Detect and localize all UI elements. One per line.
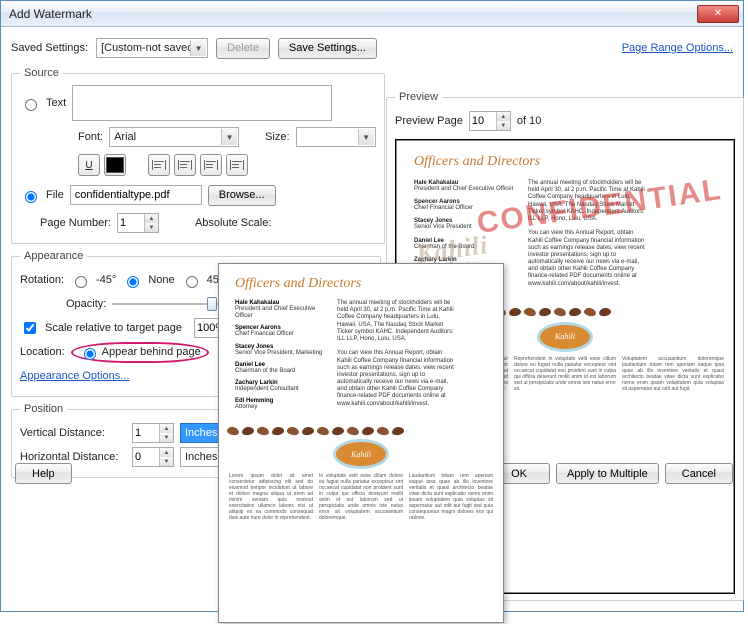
delete-button[interactable]: Delete xyxy=(216,38,270,59)
color-swatch-icon xyxy=(106,157,124,173)
up-arrow-icon[interactable]: ▲ xyxy=(159,448,173,457)
doc-heading: Officers and Directors xyxy=(235,276,487,292)
watermark-text-input[interactable] xyxy=(72,85,332,121)
vertical-distance-value[interactable] xyxy=(133,424,159,442)
chevron-down-icon: ▼ xyxy=(358,129,374,145)
rotation-none-label: None xyxy=(148,274,174,286)
size-label: Size: xyxy=(265,131,289,143)
help-button[interactable]: Help xyxy=(15,463,72,484)
down-arrow-icon[interactable]: ▼ xyxy=(159,433,173,442)
source-text-radio[interactable] xyxy=(25,99,37,111)
size-combo[interactable]: ▼ xyxy=(296,127,376,147)
down-arrow-icon[interactable]: ▼ xyxy=(159,457,173,466)
save-settings-button[interactable]: Save Settings... xyxy=(278,38,377,59)
underline-icon: U xyxy=(85,160,92,171)
source-file-label: File xyxy=(46,189,64,201)
preview-page-label: Preview Page xyxy=(395,115,463,127)
cancel-button[interactable]: Cancel xyxy=(665,463,733,484)
chevron-down-icon: ▼ xyxy=(221,129,237,145)
location-behind-label: Appear behind page xyxy=(102,346,201,358)
logo-icon: Kahili xyxy=(333,439,389,469)
logo-icon: Kahili xyxy=(537,322,593,352)
chevron-down-icon: ▼ xyxy=(190,40,206,56)
source-file-radio[interactable] xyxy=(25,191,37,203)
down-arrow-icon[interactable]: ▼ xyxy=(496,121,510,130)
location-behind-highlight: Appear behind page xyxy=(71,342,209,363)
apply-multiple-button[interactable]: Apply to Multiple xyxy=(556,463,659,484)
rotation-m45-radio[interactable] xyxy=(75,276,87,288)
font-value: Arial xyxy=(114,131,136,143)
browse-button[interactable]: Browse... xyxy=(208,185,276,206)
align-left-button[interactable] xyxy=(148,154,170,176)
up-arrow-icon[interactable]: ▲ xyxy=(144,214,158,223)
down-arrow-icon[interactable]: ▼ xyxy=(144,223,158,232)
font-combo[interactable]: Arial ▼ xyxy=(109,127,239,147)
align-right-icon xyxy=(204,160,218,170)
close-icon[interactable]: ✕ xyxy=(697,5,739,23)
align-justify-icon xyxy=(230,160,244,170)
rotation-label: Rotation: xyxy=(20,274,64,286)
align-justify-button[interactable] xyxy=(226,154,248,176)
horizontal-distance-unit: Inches xyxy=(185,451,217,463)
preview-page-spinner[interactable]: ▲▼ xyxy=(469,111,511,131)
location-behind-radio[interactable] xyxy=(84,348,96,360)
horizontal-distance-value[interactable] xyxy=(133,448,159,466)
horizontal-distance-label: Horizontal Distance: xyxy=(20,451,126,463)
doc-body-columns: Lorem ipsum dolor sit amet consectetur a… xyxy=(219,469,503,525)
saved-settings-label: Saved Settings: xyxy=(11,42,88,54)
rotation-none-radio[interactable] xyxy=(127,276,139,288)
source-text-label: Text xyxy=(46,97,66,109)
titlebar: Add Watermark ✕ xyxy=(1,1,743,27)
scale-relative-checkbox[interactable] xyxy=(24,322,36,334)
beans-art xyxy=(219,423,503,439)
source-legend: Source xyxy=(20,67,63,79)
file-path-input[interactable] xyxy=(70,185,202,205)
up-arrow-icon[interactable]: ▲ xyxy=(159,424,173,433)
preview-page-value[interactable] xyxy=(470,112,496,130)
font-label: Font: xyxy=(78,131,103,143)
appearance-options-link[interactable]: Appearance Options... xyxy=(20,370,129,382)
opacity-label: Opacity: xyxy=(66,298,106,310)
doc-heading: Officers and Directors xyxy=(414,154,716,170)
page-number-value[interactable] xyxy=(118,214,144,232)
rotation-45-radio[interactable] xyxy=(186,276,198,288)
vertical-distance-unit: Inches xyxy=(185,427,217,439)
absolute-scale-label: Absolute Scale: xyxy=(195,217,271,229)
floating-preview-popup: Officers and Directors Hale KahakalauPre… xyxy=(218,263,504,623)
source-group: Source Text Font: Arial ▼ Size: ▼ xyxy=(11,67,385,244)
vertical-distance-spinner[interactable]: ▲▼ xyxy=(132,423,174,443)
rotation-m45-label: -45° xyxy=(96,274,116,286)
location-label: Location: xyxy=(20,346,65,358)
slider-thumb-icon[interactable] xyxy=(207,297,217,311)
align-center-icon xyxy=(178,160,192,170)
horizontal-distance-spinner[interactable]: ▲▼ xyxy=(132,447,174,467)
appearance-legend: Appearance xyxy=(20,250,87,262)
scale-relative-label: Scale relative to target page xyxy=(45,322,182,334)
align-center-button[interactable] xyxy=(174,154,196,176)
page-number-label: Page Number: xyxy=(40,217,111,229)
saved-settings-combo[interactable]: [Custom-not saved] ▼ xyxy=(96,38,208,58)
preview-legend: Preview xyxy=(395,91,442,103)
underline-button[interactable]: U xyxy=(78,154,100,176)
page-number-spinner[interactable]: ▲▼ xyxy=(117,213,159,233)
align-left-icon xyxy=(152,160,166,170)
preview-of-label: of 10 xyxy=(517,115,541,127)
window-title: Add Watermark xyxy=(9,7,92,21)
page-range-options-link[interactable]: Page Range Options... xyxy=(622,42,733,54)
saved-settings-value: [Custom-not saved] xyxy=(101,42,196,54)
up-arrow-icon[interactable]: ▲ xyxy=(496,112,510,121)
vertical-distance-label: Vertical Distance: xyxy=(20,427,126,439)
align-right-button[interactable] xyxy=(200,154,222,176)
position-legend: Position xyxy=(20,403,67,415)
color-swatch-button[interactable] xyxy=(104,154,126,176)
